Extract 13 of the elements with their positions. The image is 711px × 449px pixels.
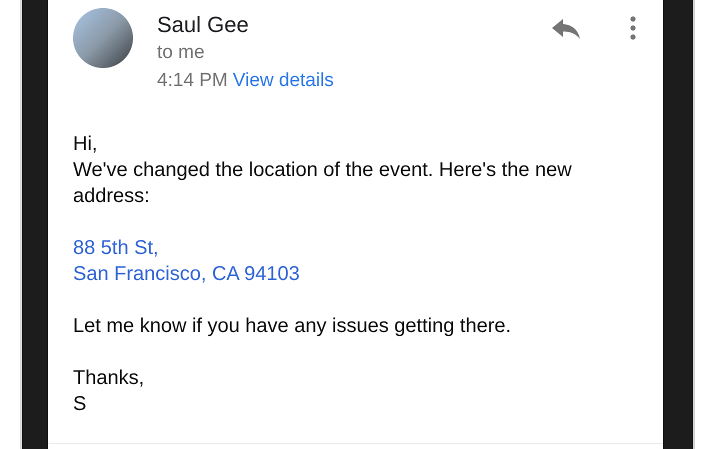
body-text: Let me know if you have any issues getting there.: [73, 314, 512, 339]
recipient-label: to me: [157, 41, 206, 65]
body-text: S: [73, 392, 88, 417]
body-text: Hi,: [73, 132, 98, 157]
address-link[interactable]: 88 5th St,: [73, 235, 633, 261]
body-text: We've changed the location of the event. Here's the new address:: [73, 158, 573, 209]
message-time: 4:14 PM: [157, 69, 228, 93]
address-link[interactable]: San Francisco, CA 94103: [73, 261, 633, 287]
reply-icon[interactable]: [552, 19, 580, 39]
body-text: Thanks,: [73, 366, 146, 391]
view-details-link[interactable]: View details: [232, 67, 334, 95]
sender-name: Saul Gee: [157, 11, 250, 39]
more-options-icon[interactable]: [630, 16, 636, 40]
